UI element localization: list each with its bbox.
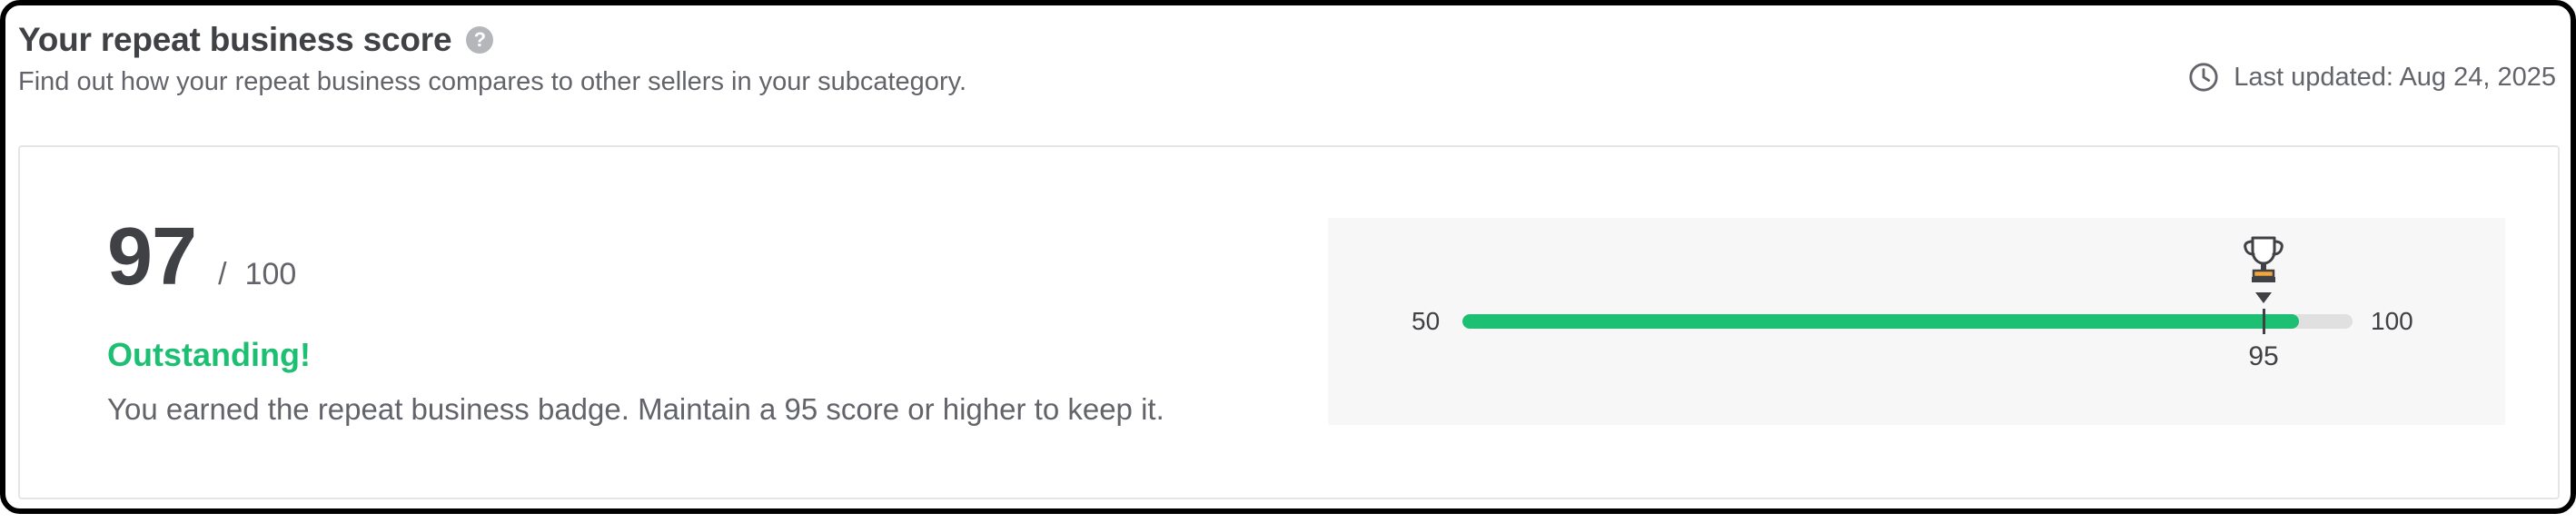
- page-subtitle: Find out how your repeat business compar…: [18, 67, 966, 96]
- score-row: 97 / 100: [107, 216, 1288, 298]
- gauge-fill: [1462, 314, 2300, 329]
- score-card: 97 / 100 Outstanding! You earned the rep…: [18, 145, 2560, 499]
- score-separator: /: [218, 257, 227, 291]
- question-mark-icon[interactable]: ?: [466, 26, 494, 54]
- score-summary: 97 / 100 Outstanding! You earned the rep…: [107, 216, 1288, 427]
- page-title: Your repeat business score: [18, 21, 452, 58]
- gauge-track: [1462, 314, 2353, 329]
- threshold-label: 95: [2248, 341, 2279, 371]
- clock-icon: [2189, 63, 2218, 92]
- trophy-icon: [2244, 236, 2284, 282]
- score-value: 97: [107, 212, 197, 302]
- threshold-marker-tick: [2262, 309, 2265, 334]
- score-gauge: 50 100 95: [1328, 218, 2505, 425]
- status-label: Outstanding!: [107, 336, 311, 373]
- threshold-marker-arrow: [2255, 292, 2272, 303]
- last-updated: Last updated: Aug 24, 2025: [2188, 62, 2556, 93]
- title-row: Your repeat business score ?: [18, 18, 494, 62]
- panel-header: Your repeat business score ? Find out ho…: [13, 18, 2563, 145]
- gauge-max-label: 100: [2371, 307, 2413, 335]
- status-description: You earned the repeat business badge. Ma…: [107, 392, 1164, 426]
- score-panel: Your repeat business score ? Find out ho…: [0, 0, 2576, 514]
- gauge-min-label: 50: [1412, 307, 1441, 335]
- last-updated-text: Last updated: Aug 24, 2025: [2234, 62, 2556, 92]
- score-max: 100: [244, 257, 297, 291]
